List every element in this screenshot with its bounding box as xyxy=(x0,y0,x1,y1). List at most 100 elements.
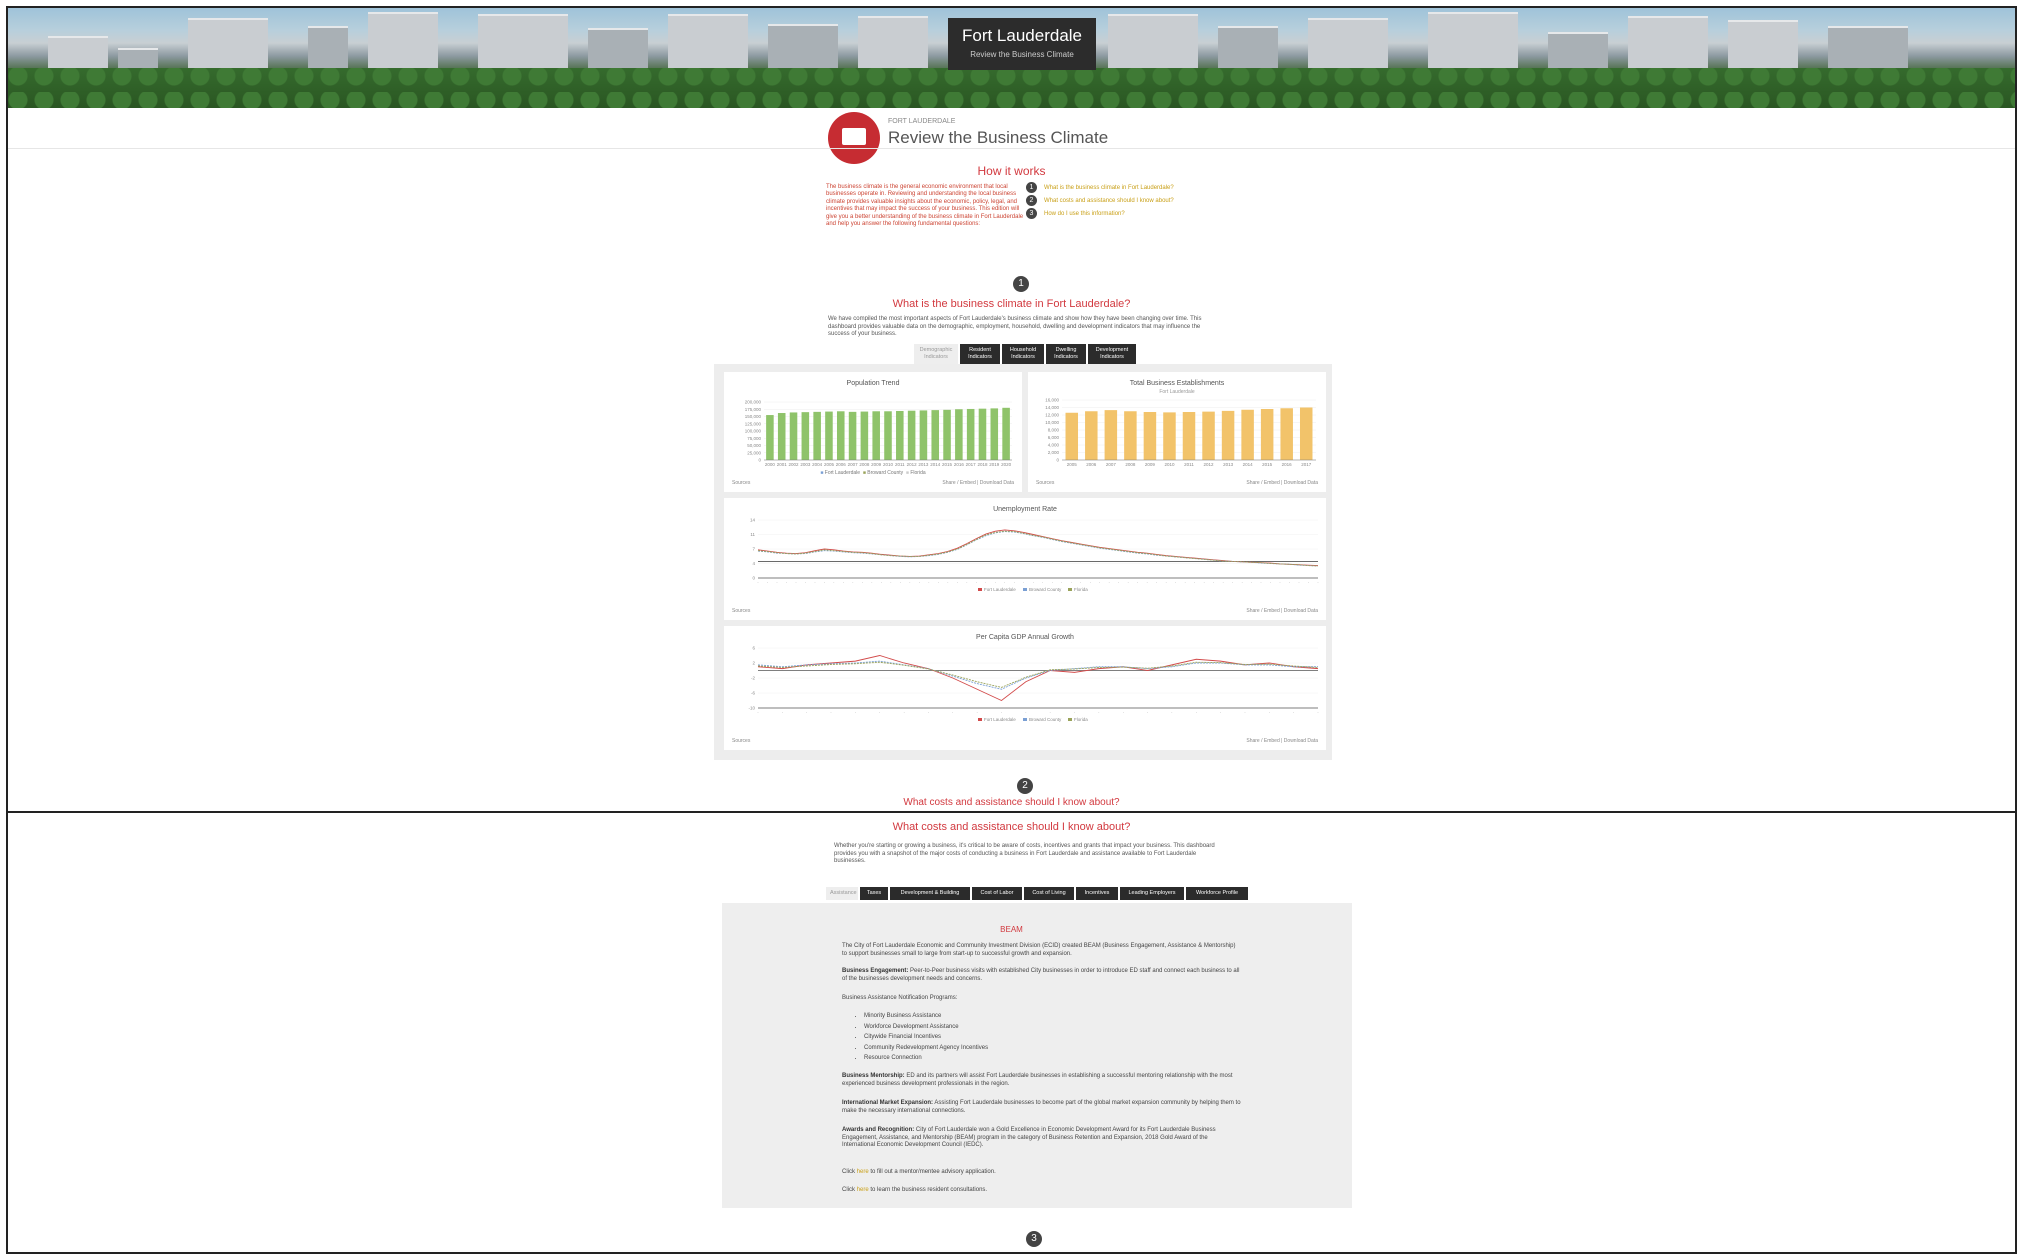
tab-incentives[interactable]: Incentives xyxy=(1076,887,1118,900)
business-establishments-chart[interactable]: 0 2,000 4,000 6,000 8,000 10,000 12,000 14,000 1… xyxy=(1028,372,1326,492)
step-link[interactable]: 1 What is the business climate in Fort La… xyxy=(1026,182,1174,195)
bar[interactable] xyxy=(955,409,963,460)
y-tick-label: 14,000 xyxy=(1045,405,1059,410)
bar[interactable] xyxy=(801,412,810,460)
x-tick-label: 2020 xyxy=(1001,462,1012,467)
indicator-tabs: Demographic Indicators Resident Indicato… xyxy=(914,344,1136,364)
bar[interactable] xyxy=(777,413,786,460)
tab-demographic-indicators[interactable]: Demographic Indicators xyxy=(914,344,958,364)
sources-link[interactable]: Sources xyxy=(732,608,750,614)
label-bold: Business Mentorship: xyxy=(842,1073,905,1079)
bar[interactable] xyxy=(1163,412,1176,460)
bar[interactable] xyxy=(825,411,833,460)
x-tick-label: · xyxy=(1118,580,1120,585)
series-line[interactable] xyxy=(757,661,1319,688)
step-number: 2 xyxy=(1026,195,1037,206)
tab-household-indicators[interactable]: Household Indicators xyxy=(1002,344,1044,364)
tab-cost-of-living[interactable]: Cost of Living xyxy=(1024,887,1074,900)
consultation-link[interactable]: here xyxy=(857,1187,869,1193)
x-tick-label: · xyxy=(928,580,930,585)
x-tick-label: · xyxy=(1175,580,1177,585)
series-line[interactable] xyxy=(757,529,1319,567)
bar[interactable] xyxy=(872,411,880,460)
sources-link[interactable]: Sources xyxy=(732,738,750,744)
x-tick-label: · xyxy=(1298,580,1300,585)
unemployment-rate-chart[interactable]: 0 4 7 11 14 · · · · · · · · · · · · · · · · · · · · · · · · · · · · · · · · ·… xyxy=(724,498,1326,620)
bar[interactable] xyxy=(966,408,975,460)
x-tick-label: 2003 xyxy=(800,462,811,467)
sources-link[interactable]: Sources xyxy=(732,480,750,486)
share-download-links[interactable]: Share / Embed | Download Data xyxy=(942,480,1014,486)
legend-item[interactable]: Fort Lauderdale xyxy=(825,470,860,476)
section1-description: We have compiled the most important aspe… xyxy=(828,316,1202,337)
share-download-links[interactable]: Share / Embed | Download Data xyxy=(1246,738,1318,744)
step-link[interactable]: 3 How do I use this information? xyxy=(1026,208,1174,221)
step-label: How do I use this information? xyxy=(1044,211,1125,218)
legend-item: Fort Lauderdale xyxy=(984,717,1016,722)
sources-link[interactable]: Sources xyxy=(1036,480,1054,486)
y-tick-label: 8,000 xyxy=(1048,428,1060,433)
x-tick-label: 2000 xyxy=(765,462,776,467)
y-tick-label: 75,000 xyxy=(747,436,761,441)
tab-cost-of-labor[interactable]: Cost of Labor xyxy=(972,887,1022,900)
tab-development-indicators[interactable]: Development Indicators xyxy=(1088,344,1136,364)
bar[interactable] xyxy=(1241,409,1254,460)
x-tick-label: · xyxy=(1232,580,1234,585)
tab-leading-employers[interactable]: Leading Employers xyxy=(1120,887,1184,900)
bar[interactable] xyxy=(1202,411,1215,460)
bar[interactable] xyxy=(907,410,916,460)
bar[interactable] xyxy=(884,411,892,460)
bar[interactable] xyxy=(848,411,857,460)
bar[interactable] xyxy=(813,411,821,460)
x-tick-label: · xyxy=(1049,710,1051,715)
bar[interactable] xyxy=(1280,408,1293,460)
legend-item[interactable]: Broward County xyxy=(867,470,903,476)
bar[interactable] xyxy=(990,408,999,460)
bar[interactable] xyxy=(1182,412,1196,460)
bar[interactable] xyxy=(931,410,940,460)
bar[interactable] xyxy=(1260,409,1274,460)
tab-resident-indicators[interactable]: Resident Indicators xyxy=(960,344,1000,364)
share-download-links[interactable]: Share / Embed | Download Data xyxy=(1246,480,1318,486)
tab-workforce-profile[interactable]: Workforce Profile xyxy=(1186,887,1248,900)
x-tick-label: · xyxy=(1099,580,1101,585)
bar[interactable] xyxy=(896,410,904,460)
x-tick-label: · xyxy=(1042,580,1044,585)
x-tick-label: 2015 xyxy=(942,462,953,467)
y-tick-label: 175,000 xyxy=(745,407,762,412)
bar[interactable] xyxy=(1085,411,1098,460)
series-line[interactable] xyxy=(757,530,1319,567)
tab-dwelling-indicators[interactable]: Dwelling Indicators xyxy=(1046,344,1086,364)
bar[interactable] xyxy=(1124,411,1137,460)
bar[interactable] xyxy=(789,412,798,460)
bar[interactable] xyxy=(1143,412,1157,460)
paragraph-text: Click xyxy=(842,1187,855,1193)
x-tick-label: · xyxy=(1001,710,1003,715)
x-tick-label: 2017 xyxy=(966,462,977,467)
bar[interactable] xyxy=(1104,410,1118,460)
bar[interactable] xyxy=(1221,410,1235,460)
tab-assistance[interactable]: Assistance xyxy=(826,887,858,900)
tab-taxes[interactable]: Taxes xyxy=(860,887,888,900)
bar[interactable] xyxy=(1002,407,1010,460)
share-download-links[interactable]: Share / Embed | Download Data xyxy=(1246,608,1318,614)
bar[interactable] xyxy=(1065,412,1079,460)
legend-swatch-icon xyxy=(1068,718,1072,721)
mentor-application-link[interactable]: here xyxy=(857,1169,869,1175)
step-link[interactable]: 2 What costs and assistance should I know… xyxy=(1026,195,1174,208)
section-number-badge: 3 xyxy=(1026,1231,1042,1247)
tab-development-building[interactable]: Development & Building xyxy=(890,887,970,900)
series-line[interactable] xyxy=(757,660,1318,690)
bar[interactable] xyxy=(860,411,869,460)
bar[interactable] xyxy=(919,410,928,460)
gdp-growth-chart[interactable]: -10-6-226· · · · · · · · · · · · · · · · · · · · · · · ·Fort La… xyxy=(724,626,1326,750)
legend-item[interactable]: Florida xyxy=(910,470,925,476)
bar[interactable] xyxy=(766,415,774,460)
bar[interactable] xyxy=(836,411,845,460)
x-tick-label: · xyxy=(824,580,826,585)
x-tick-label: · xyxy=(852,580,854,585)
x-tick-label: · xyxy=(1251,580,1253,585)
bar[interactable] xyxy=(978,408,987,460)
bar[interactable] xyxy=(943,409,951,460)
bar[interactable] xyxy=(1299,407,1313,461)
